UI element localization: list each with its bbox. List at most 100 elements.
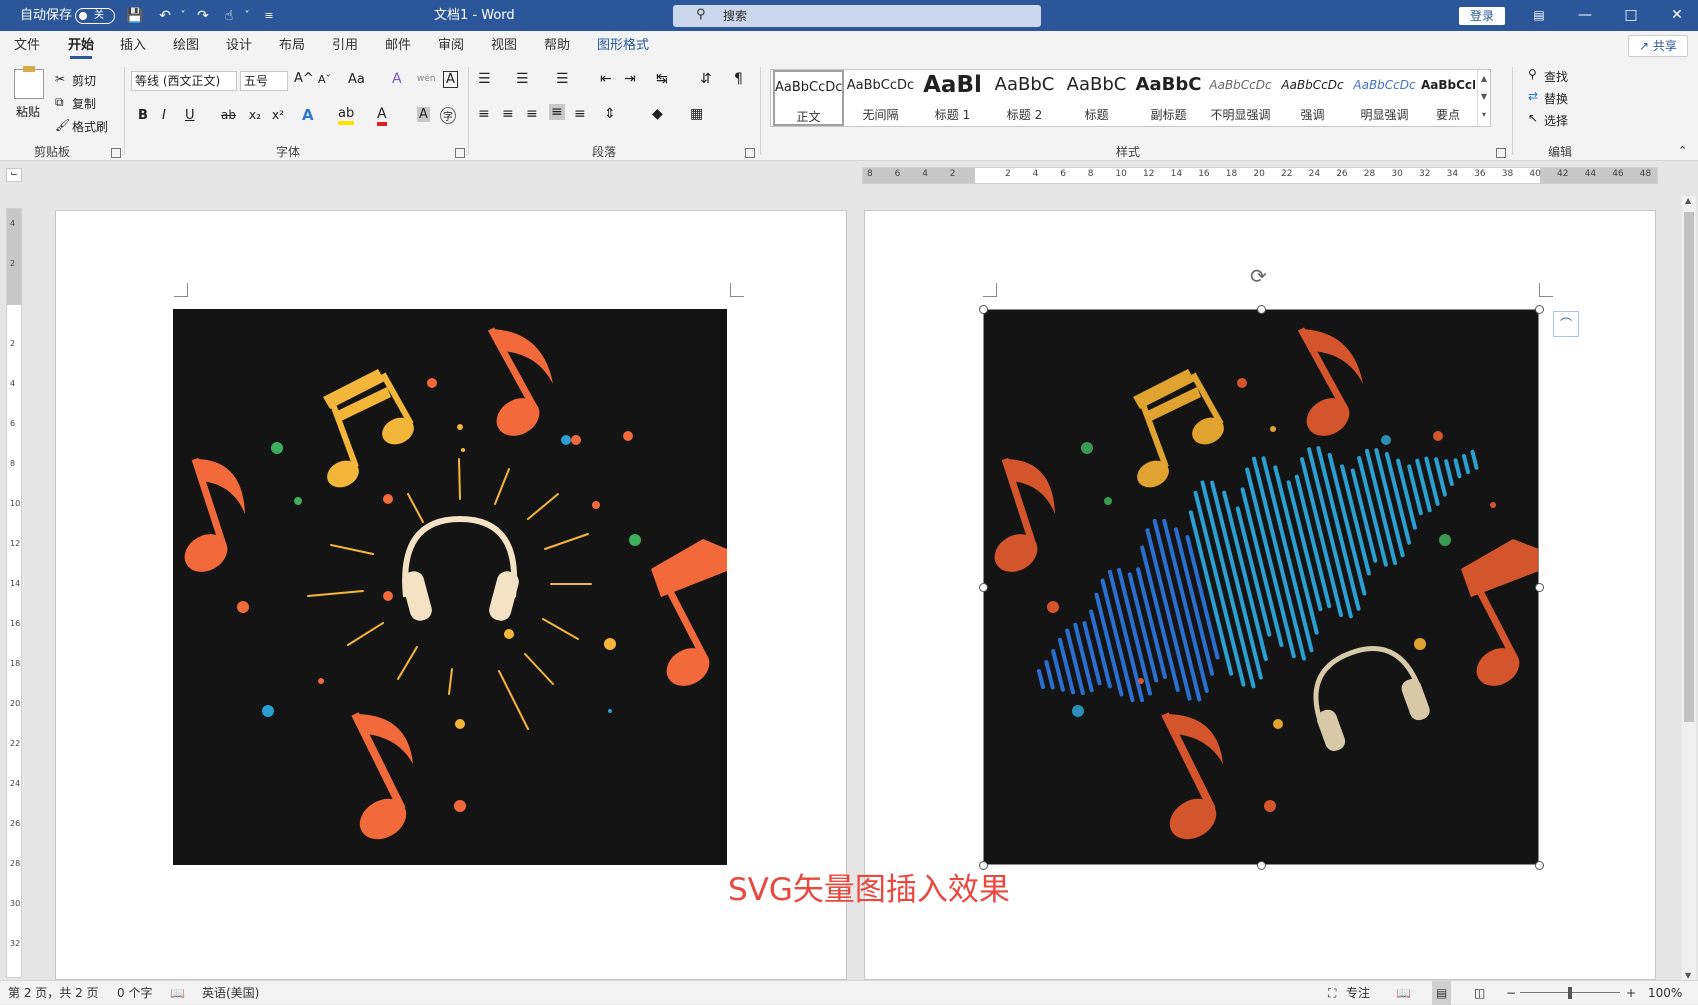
font-color-button[interactable]: A xyxy=(377,106,387,126)
redo-icon[interactable]: ↷ xyxy=(194,7,212,25)
change-case-button[interactable]: Aa xyxy=(348,72,365,87)
style-subtle-emphasis[interactable]: AaBbCcDc 不明显强调 xyxy=(1205,70,1276,126)
resize-handle[interactable] xyxy=(979,583,988,592)
zoom-out-icon[interactable]: − xyxy=(1506,981,1516,1005)
tab-draw[interactable]: 绘图 xyxy=(173,31,199,61)
tab-shape-format[interactable]: 图形格式 xyxy=(597,31,649,61)
font-launcher-icon[interactable] xyxy=(455,148,465,158)
style-emphasis[interactable]: AaBbCcDc 强调 xyxy=(1277,70,1348,126)
borders-icon[interactable]: ▦ xyxy=(690,106,703,122)
subscript-button[interactable]: x₂ xyxy=(249,108,261,122)
paste-button[interactable]: 粘贴 xyxy=(16,103,40,120)
tab-review[interactable]: 审阅 xyxy=(438,31,464,61)
ribbon-display-icon[interactable]: ▤ xyxy=(1516,0,1562,31)
touch-dropdown-icon[interactable]: ˅ xyxy=(238,7,256,25)
close-icon[interactable]: ✕ xyxy=(1654,0,1698,31)
share-button[interactable]: ↗ 共享 xyxy=(1628,35,1688,57)
vertical-scrollbar[interactable]: ▲ ▼ xyxy=(1682,196,1696,980)
style-no-spacing[interactable]: AaBbCcDc 无间隔 xyxy=(845,70,916,126)
grow-font-button[interactable]: A^ xyxy=(294,71,314,86)
text-effects-button[interactable]: A xyxy=(302,106,314,124)
scroll-up-icon[interactable]: ▲ xyxy=(1685,196,1691,205)
autosave-toggle[interactable]: 关 xyxy=(75,8,115,24)
rotate-handle-icon[interactable]: ⟳ xyxy=(1250,264,1267,288)
italic-button[interactable]: I xyxy=(162,108,166,123)
focus-button[interactable]: 专注 xyxy=(1346,981,1370,1005)
cut-icon[interactable]: ✂ xyxy=(55,72,65,86)
tab-mailings[interactable]: 邮件 xyxy=(385,31,411,61)
cut-button[interactable]: 剪切 xyxy=(72,72,96,89)
focus-icon[interactable]: ⛶ xyxy=(1328,981,1336,1005)
replace-icon[interactable]: ⇄ xyxy=(1528,89,1538,103)
shrink-font-button[interactable]: Aˇ xyxy=(318,73,331,86)
undo-icon[interactable]: ↶ xyxy=(156,7,174,25)
phonetic-guide-button[interactable]: wén xyxy=(417,74,436,84)
find-button[interactable]: 查找 xyxy=(1544,68,1568,85)
resize-handle[interactable] xyxy=(1257,305,1266,314)
format-painter-icon[interactable]: 🖌 xyxy=(55,118,70,132)
font-size-select[interactable]: 五号 xyxy=(240,71,288,91)
print-layout-icon[interactable]: ▤ xyxy=(1432,981,1452,1005)
tab-insert[interactable]: 插入 xyxy=(120,31,146,61)
bullets-icon[interactable]: ☰ xyxy=(478,71,491,87)
scroll-up-icon[interactable]: ▲ xyxy=(1481,74,1487,83)
multilevel-list-icon[interactable]: ☰ xyxy=(556,71,569,87)
style-intense-emphasis[interactable]: AaBbCcDc 明显强调 xyxy=(1349,70,1420,126)
sort-icon[interactable]: ⇵ xyxy=(700,71,712,87)
justify-icon[interactable]: ≡ xyxy=(549,104,565,120)
line-spacing-icon[interactable]: ⇕ xyxy=(604,106,616,122)
vertical-ruler[interactable]: 4 2 2 4 6 8 10 12 14 16 18 20 22 24 26 28 30 32 xyxy=(6,208,22,978)
maximize-icon[interactable]: □ xyxy=(1608,0,1654,31)
select-icon[interactable]: ↖ xyxy=(1528,111,1538,125)
chinese-layout-icon[interactable]: ↹ xyxy=(656,71,668,87)
resize-handle[interactable] xyxy=(1257,861,1266,870)
style-title[interactable]: AaBbC 标题 xyxy=(1061,70,1132,126)
search-input[interactable]: 搜索 xyxy=(673,5,1041,27)
find-icon[interactable]: ⚲ xyxy=(1528,67,1537,81)
align-right-icon[interactable]: ≡ xyxy=(526,106,538,122)
style-heading-2[interactable]: AaBbC 标题 2 xyxy=(989,70,1060,126)
word-count[interactable]: 0 个字 xyxy=(117,981,152,1005)
tab-design[interactable]: 设计 xyxy=(226,31,252,61)
tab-file[interactable]: 文件 xyxy=(14,31,40,61)
char-shading-button[interactable]: A xyxy=(417,107,430,122)
style-normal[interactable]: AaBbCcDc 正文 xyxy=(773,70,844,126)
styles-scroll[interactable]: ▲ ▼ ▾ xyxy=(1477,70,1490,126)
undo-dropdown-icon[interactable]: ˅ xyxy=(174,7,192,25)
clear-format-button[interactable]: A xyxy=(392,71,402,87)
format-painter-button[interactable]: 格式刷 xyxy=(72,118,108,135)
style-subtitle[interactable]: AaBbC 副标题 xyxy=(1133,70,1204,126)
scroll-down-icon[interactable]: ▼ xyxy=(1685,971,1691,980)
enclose-chars-button[interactable]: 字 xyxy=(440,107,456,124)
scroll-down-icon[interactable]: ▼ xyxy=(1481,92,1487,101)
tab-home[interactable]: 开始 xyxy=(68,31,94,61)
read-mode-icon[interactable]: 📖 xyxy=(1396,981,1411,1005)
zoom-in-icon[interactable]: + xyxy=(1626,981,1636,1005)
align-center-icon[interactable]: ≡ xyxy=(502,106,514,122)
scrollbar-thumb[interactable] xyxy=(1684,212,1694,722)
style-strong[interactable]: AaBbCcD 要点 xyxy=(1421,70,1475,126)
paste-icon[interactable] xyxy=(14,66,44,99)
zoom-level[interactable]: 100% xyxy=(1648,981,1682,1005)
tab-layout[interactable]: 布局 xyxy=(279,31,305,61)
tab-selector-icon[interactable]: ⌙ xyxy=(6,168,22,182)
music-headphones-image[interactable] xyxy=(173,309,727,865)
layout-options-icon[interactable]: ⌒ xyxy=(1553,311,1579,337)
styles-launcher-icon[interactable] xyxy=(1496,148,1506,158)
web-layout-icon[interactable]: ◫ xyxy=(1474,981,1485,1005)
resize-handle[interactable] xyxy=(1535,305,1544,314)
page-count[interactable]: 第 2 页，共 2 页 xyxy=(8,981,99,1005)
copy-icon[interactable]: ⧉ xyxy=(55,95,64,110)
minimize-icon[interactable]: — xyxy=(1562,0,1608,31)
strikethrough-button[interactable]: ab xyxy=(221,108,236,122)
resize-handle[interactable] xyxy=(1535,861,1544,870)
font-family-select[interactable]: 等线 (西文正文) xyxy=(131,71,237,91)
select-button[interactable]: 选择 xyxy=(1544,112,1568,129)
resize-handle[interactable] xyxy=(1535,583,1544,592)
proofing-icon[interactable]: 📖 xyxy=(170,981,185,1005)
highlight-button[interactable]: ab xyxy=(338,106,355,125)
zoom-slider-thumb[interactable] xyxy=(1568,987,1572,999)
resize-handle[interactable] xyxy=(979,305,988,314)
save-icon[interactable]: 💾 xyxy=(126,7,144,25)
numbering-icon[interactable]: ☰ xyxy=(516,71,529,87)
